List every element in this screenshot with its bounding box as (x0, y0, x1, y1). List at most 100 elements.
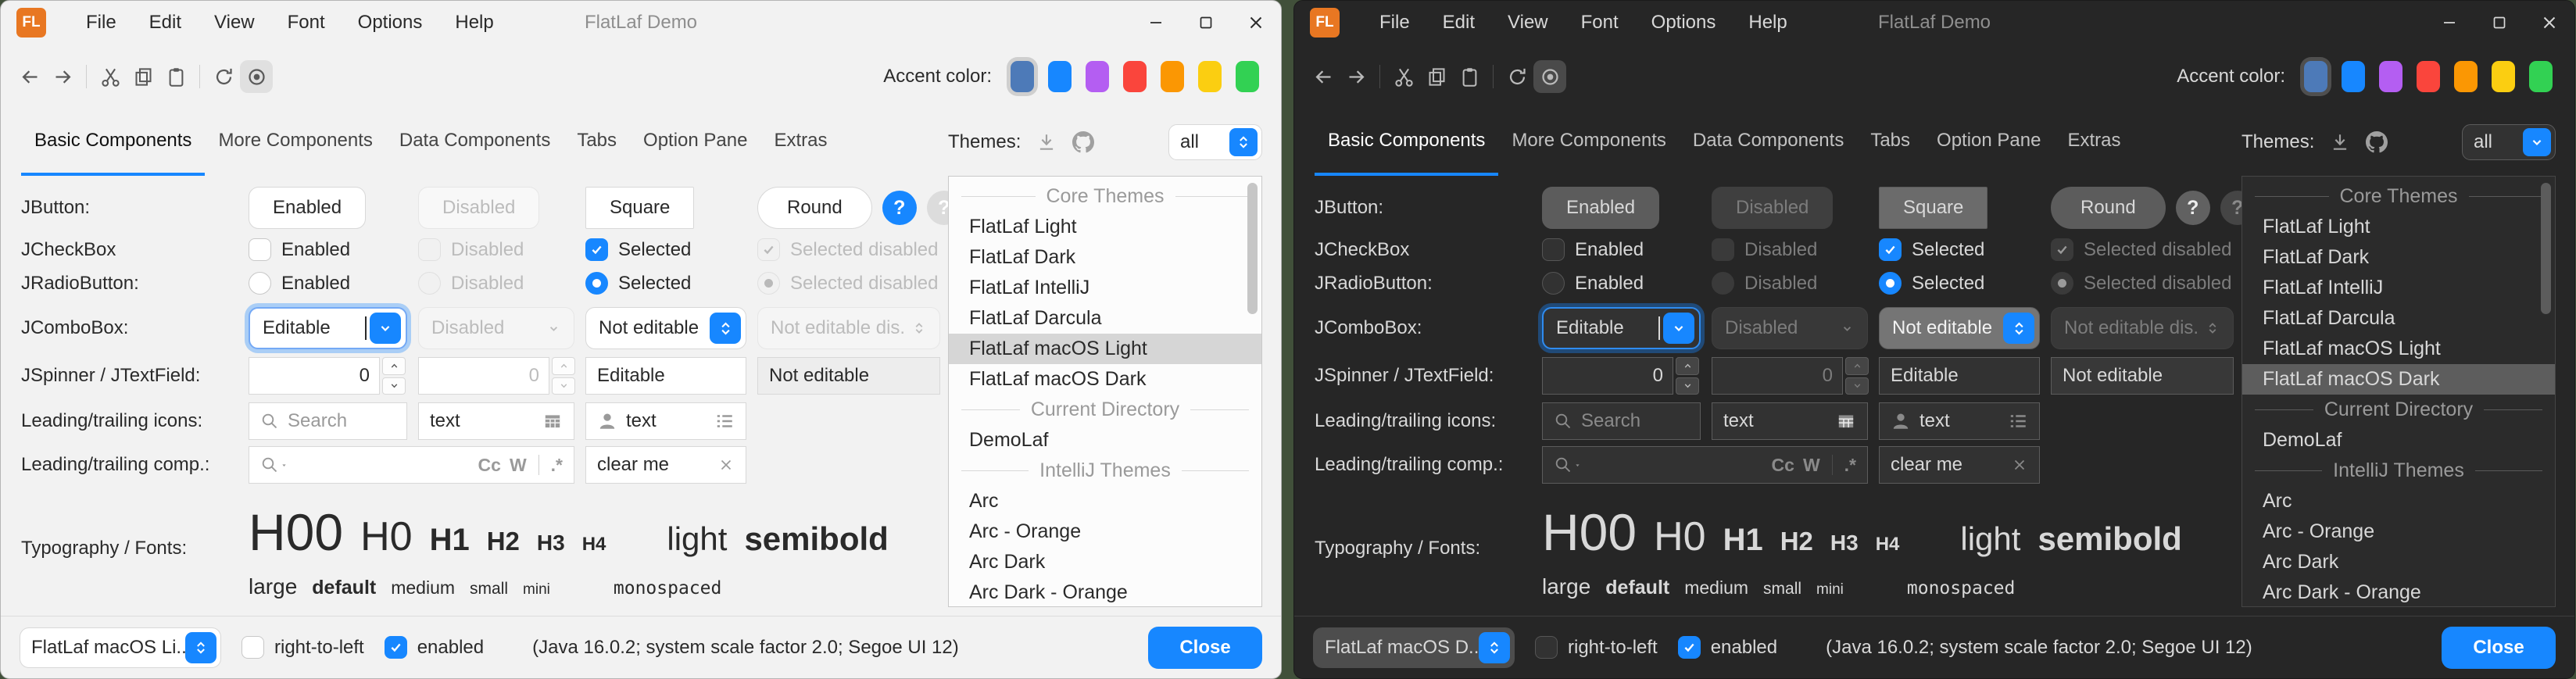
forward-button[interactable] (46, 60, 79, 93)
themes-filter-combobox[interactable]: all (1168, 124, 1262, 160)
maximize-button[interactable] (1181, 1, 1231, 45)
regex-toggle[interactable]: .* (551, 455, 563, 476)
spinner-value[interactable]: 0 (1542, 357, 1673, 395)
combobox-not-editable[interactable]: Not editable (585, 307, 746, 349)
search-field[interactable]: Search (249, 402, 407, 440)
checkbox-enabled[interactable]: Enabled (1542, 238, 1701, 261)
tab-tabs[interactable]: Tabs (564, 109, 630, 176)
themes-filter-combobox[interactable]: all (2462, 124, 2556, 160)
text-field-calendar[interactable]: text (418, 402, 574, 440)
clearable-field[interactable]: clear me (585, 446, 746, 484)
spinner-down-button[interactable] (382, 377, 406, 395)
chevron-updown-icon[interactable] (1229, 128, 1258, 156)
copy-button[interactable] (1420, 60, 1453, 93)
close-window-button[interactable] (1231, 1, 1281, 45)
accent-swatch-red[interactable] (2417, 61, 2440, 92)
clearable-field[interactable]: clear me (1879, 446, 2040, 484)
maximize-button[interactable] (2474, 1, 2524, 45)
menu-font[interactable]: Font (1565, 1, 1635, 45)
spinner[interactable]: 0 (249, 357, 406, 395)
cut-button[interactable] (94, 60, 127, 93)
help-button[interactable]: ? (882, 191, 917, 225)
github-icon[interactable] (1072, 131, 1094, 153)
search-with-menu-icon[interactable] (260, 456, 289, 474)
accent-swatch-red[interactable] (1123, 61, 1147, 92)
theme-item[interactable]: FlatLaf IntelliJ (949, 273, 1261, 303)
chevron-down-icon[interactable] (2523, 128, 2551, 156)
text-field-person[interactable]: text (1879, 402, 2040, 440)
paste-button[interactable] (159, 60, 192, 93)
download-icon[interactable] (2330, 132, 2350, 152)
menu-options[interactable]: Options (342, 1, 439, 45)
theme-item[interactable]: Arc Dark (2242, 547, 2555, 577)
chevron-down-icon[interactable] (370, 313, 401, 344)
accent-swatch-blue[interactable] (2342, 61, 2365, 92)
menu-view[interactable]: View (198, 1, 271, 45)
menu-edit[interactable]: Edit (1426, 1, 1491, 45)
back-button[interactable] (1307, 60, 1340, 93)
radio-enabled[interactable]: Enabled (249, 272, 407, 295)
square-button[interactable]: Square (1879, 187, 1987, 229)
help-button[interactable]: ? (2176, 191, 2210, 225)
accent-swatch-yellow[interactable] (1198, 61, 1222, 92)
right-to-left-checkbox[interactable]: right-to-left (242, 636, 364, 659)
tab-basic-components[interactable]: Basic Components (21, 109, 205, 176)
themes-list[interactable]: Core Themes FlatLaf Light FlatLaf Dark F… (2241, 176, 2556, 607)
accent-swatch-purple[interactable] (2379, 61, 2402, 92)
tab-data-components[interactable]: Data Components (1680, 109, 1857, 176)
close-window-button[interactable] (2524, 1, 2574, 45)
refresh-button[interactable] (207, 60, 240, 93)
accent-swatch-green[interactable] (1236, 61, 1259, 92)
list-icon[interactable] (714, 411, 735, 431)
accent-swatch-default[interactable] (1011, 61, 1034, 92)
accent-swatch-yellow[interactable] (2492, 61, 2515, 92)
spinner-value[interactable]: 0 (249, 357, 380, 395)
theme-item[interactable]: FlatLaf macOS Light (2242, 334, 2555, 364)
theme-item[interactable]: Arc Dark - Orange (2242, 577, 2555, 607)
back-button[interactable] (13, 60, 46, 93)
chevron-updown-icon[interactable] (2003, 313, 2034, 344)
checkbox-selected[interactable]: Selected (1879, 238, 2040, 261)
theme-combobox[interactable]: FlatLaf macOS D... (1313, 627, 1515, 668)
menu-view[interactable]: View (1491, 1, 1565, 45)
theme-item[interactable]: FlatLaf Dark (2242, 242, 2555, 273)
accent-swatch-orange[interactable] (2454, 61, 2478, 92)
theme-item[interactable]: Arc - Orange (2242, 516, 2555, 547)
accent-swatch-green[interactable] (2529, 61, 2553, 92)
enabled-checkbox[interactable]: enabled (385, 636, 484, 659)
list-icon[interactable] (2008, 411, 2028, 431)
theme-item[interactable]: Arc (2242, 486, 2555, 516)
theme-item[interactable]: FlatLaf IntelliJ (2242, 273, 2555, 303)
accent-swatch-orange[interactable] (1161, 61, 1184, 92)
theme-combobox[interactable]: FlatLaf macOS Li... (20, 627, 221, 668)
forward-button[interactable] (1340, 60, 1372, 93)
menu-file[interactable]: File (1363, 1, 1426, 45)
clear-icon[interactable] (717, 456, 735, 474)
checkbox-enabled[interactable]: Enabled (249, 238, 407, 261)
round-button[interactable]: Round (757, 187, 872, 229)
enabled-button[interactable]: Enabled (1542, 187, 1659, 229)
scrollbar-thumb[interactable] (2541, 183, 2551, 314)
menu-options[interactable]: Options (1635, 1, 1733, 45)
menu-file[interactable]: File (70, 1, 133, 45)
square-button[interactable]: Square (585, 187, 694, 229)
textfield-editable[interactable]: Editable (585, 357, 746, 395)
copy-button[interactable] (127, 60, 159, 93)
show-hover-toggle-button[interactable] (240, 60, 273, 93)
calendar-icon[interactable] (1836, 411, 1856, 431)
textfield-editable[interactable]: Editable (1879, 357, 2040, 395)
theme-item[interactable]: FlatLaf Light (2242, 212, 2555, 242)
scrollbar-thumb[interactable] (1247, 183, 1258, 314)
show-hover-toggle-button[interactable] (1533, 60, 1566, 93)
spinner[interactable]: 0 (1542, 357, 1699, 395)
clear-icon[interactable] (2011, 456, 2028, 474)
tab-extras[interactable]: Extras (760, 109, 840, 176)
chevron-updown-icon[interactable] (1479, 632, 1510, 663)
tab-option-pane[interactable]: Option Pane (1923, 109, 2054, 176)
combobox-editable[interactable]: Editable (1542, 307, 1701, 349)
tab-basic-components[interactable]: Basic Components (1315, 109, 1498, 176)
regex-toggle[interactable]: .* (1844, 455, 1856, 476)
minimize-button[interactable] (2424, 1, 2474, 45)
tab-more-components[interactable]: More Components (1498, 109, 1679, 176)
combobox-not-editable[interactable]: Not editable (1879, 307, 2040, 349)
